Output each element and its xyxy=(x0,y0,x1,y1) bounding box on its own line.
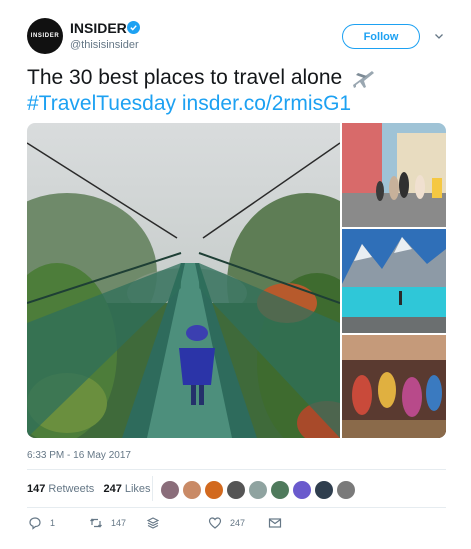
tweet-timestamp[interactable]: 6:33 PM - 16 May 2017 xyxy=(27,450,131,461)
envelope-icon xyxy=(268,518,282,528)
likes-count: 247 xyxy=(103,483,122,495)
account-handle[interactable]: @thisisinsider xyxy=(70,39,139,51)
share-stack-button[interactable] xyxy=(146,516,160,530)
likes-stat[interactable]: 247 Likes xyxy=(103,483,150,495)
tweet-text: The 30 best places to travel alone xyxy=(27,66,376,90)
avatar-text: INSIDER xyxy=(30,33,60,39)
retweet-icon xyxy=(90,518,102,528)
liker-avatar[interactable] xyxy=(249,481,267,499)
engagement-stats: 147 Retweets 247 Likes xyxy=(27,483,151,495)
display-name[interactable]: INSIDER xyxy=(70,20,127,36)
chevron-down-icon[interactable] xyxy=(434,31,444,41)
reply-button[interactable]: 1 xyxy=(28,516,55,530)
verified-badge-icon xyxy=(127,21,140,34)
suspension-bridge-photo[interactable] xyxy=(27,123,340,438)
tweet-text-body: The 30 best places to travel alone xyxy=(27,66,343,89)
liker-avatar[interactable] xyxy=(337,481,355,499)
divider xyxy=(27,507,446,508)
like-button[interactable]: 247 xyxy=(208,516,245,530)
media-grid xyxy=(27,123,446,438)
liker-avatar[interactable] xyxy=(293,481,311,499)
heart-icon xyxy=(208,517,222,529)
mountain-lake-photo[interactable] xyxy=(342,229,446,333)
market-photo[interactable] xyxy=(342,335,446,438)
like-count: 247 xyxy=(230,518,246,528)
direct-message-button[interactable] xyxy=(268,516,282,530)
liker-avatar[interactable] xyxy=(161,481,179,499)
likes-label: Likes xyxy=(124,483,151,495)
tweet-links: #TravelTuesday insder.co/2rmisG1 xyxy=(27,92,351,116)
liker-avatar[interactable] xyxy=(315,481,333,499)
retweets-label: Retweets xyxy=(48,483,95,495)
liker-avatar[interactable] xyxy=(271,481,289,499)
liker-avatar[interactable] xyxy=(227,481,245,499)
divider xyxy=(27,469,446,470)
retweets-stat[interactable]: 147 Retweets xyxy=(27,483,94,495)
avatar[interactable]: INSIDER xyxy=(27,18,63,54)
url-link[interactable]: insder.co/2rmisG1 xyxy=(182,92,351,115)
layers-icon xyxy=(146,517,160,529)
reply-icon xyxy=(29,517,41,530)
airplane-icon xyxy=(353,71,375,89)
hashtag-link[interactable]: #TravelTuesday xyxy=(27,92,176,115)
liker-avatar[interactable] xyxy=(183,481,201,499)
retweet-button[interactable]: 147 xyxy=(89,516,126,530)
retweets-count: 147 xyxy=(27,483,46,495)
retweet-count: 147 xyxy=(111,518,127,528)
stats-separator xyxy=(152,476,153,501)
follow-button[interactable]: Follow xyxy=(342,24,420,49)
reply-count: 1 xyxy=(50,518,56,528)
street-walkers-photo[interactable] xyxy=(342,123,446,227)
liker-avatar[interactable] xyxy=(205,481,223,499)
